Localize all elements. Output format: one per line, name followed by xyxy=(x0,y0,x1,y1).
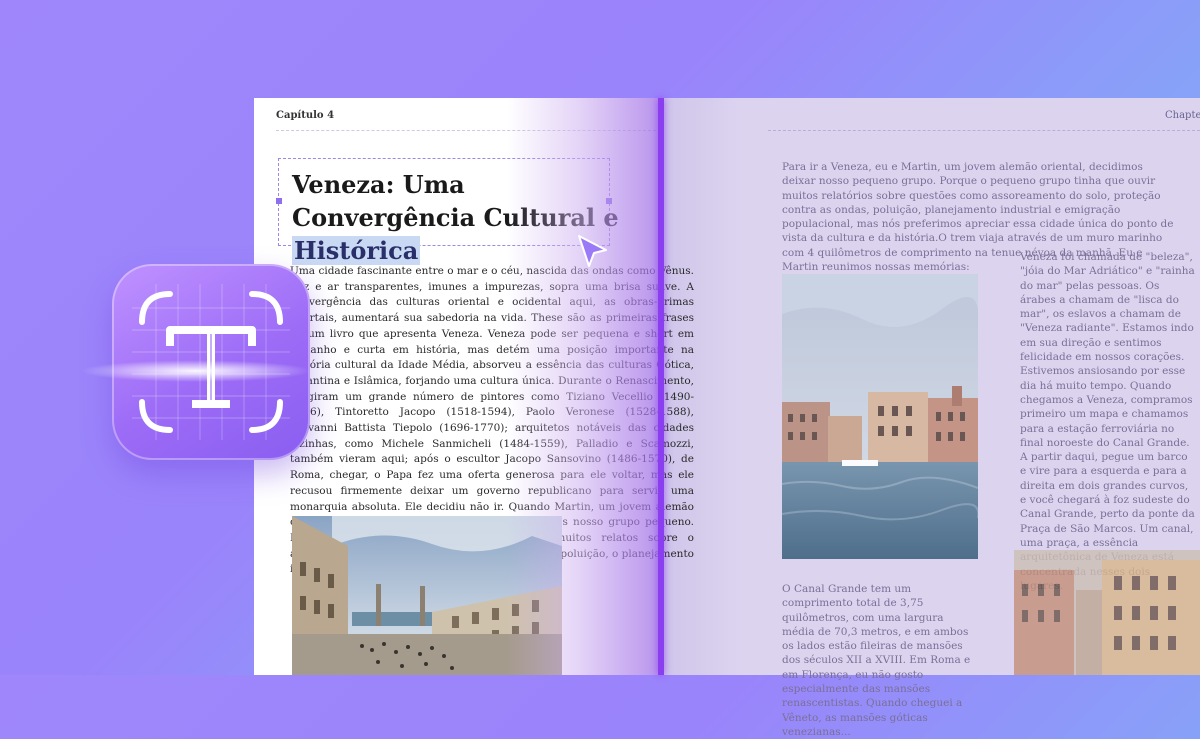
venice-buildings-photo xyxy=(1014,550,1200,675)
right-paragraph-side: Veneza foi chamada de "beleza", "jóia do… xyxy=(1020,251,1195,592)
title-text: Veneza: Uma Convergência Cultural e xyxy=(292,170,619,232)
header-divider-left xyxy=(276,130,656,131)
title-highlighted-word[interactable]: Histórica xyxy=(292,236,421,265)
selection-handle-left[interactable] xyxy=(276,198,282,204)
cursor-arrow-icon xyxy=(576,234,610,270)
header-divider-right xyxy=(768,130,1200,131)
right-paragraph-bottom: O Canal Grande tem um comprimento total … xyxy=(782,583,971,738)
chapter-header-right: Chapter xyxy=(1165,110,1200,121)
text-recognition-icon xyxy=(112,264,310,460)
scan-line xyxy=(658,98,664,675)
chapter-header-left: Capítulo 4 xyxy=(276,110,335,121)
promo-stage: Capítulo 4 Chapter Para ir a Veneza, eu … xyxy=(0,0,1200,738)
venice-canal-photo xyxy=(782,274,978,559)
san-marco-square-photo xyxy=(292,516,562,675)
